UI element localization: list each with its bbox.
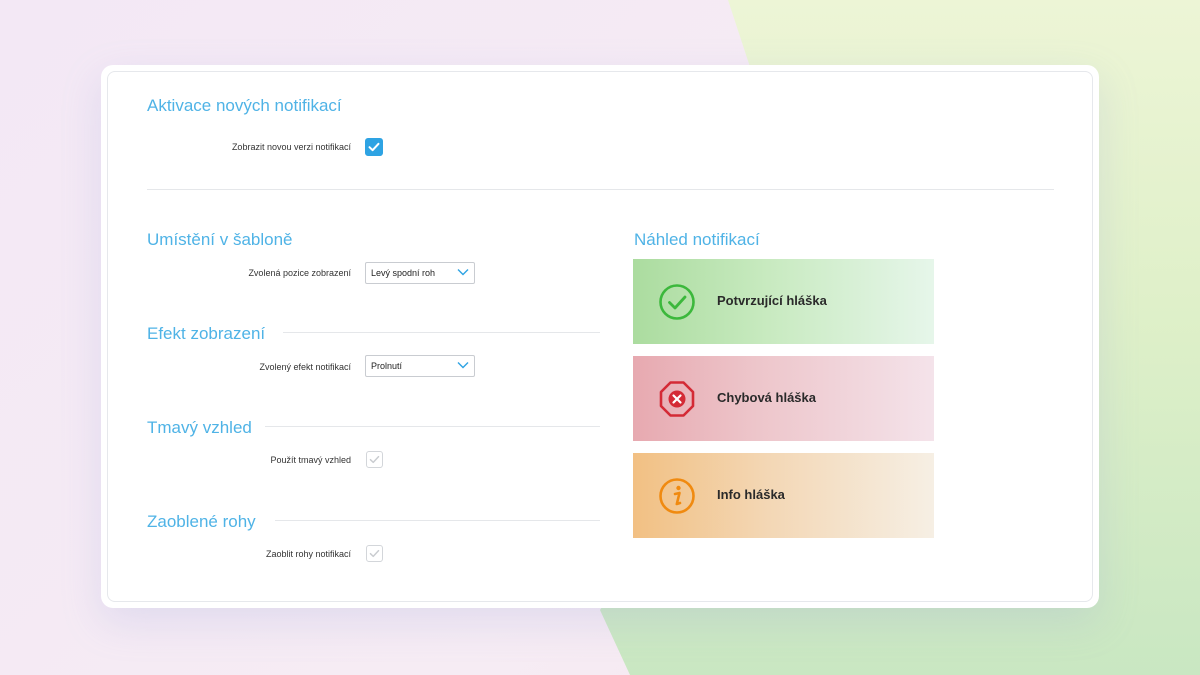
- show-new-version-label: Zobrazit novou verzi notifikací: [231, 142, 351, 152]
- activation-title: Aktivace nových notifikací: [147, 96, 342, 115]
- dark-checkbox[interactable]: [366, 451, 383, 468]
- error-octagon-icon: [659, 381, 695, 417]
- checkmark-icon: [369, 455, 380, 464]
- dark-title-line: [265, 426, 600, 427]
- show-new-version-checkbox[interactable]: [365, 138, 383, 156]
- rounded-label: Zaoblit rohy notifikací: [265, 549, 351, 559]
- chevron-down-icon: [457, 269, 469, 276]
- effect-title: Efekt zobrazení: [147, 324, 266, 343]
- placement-title: Umístění v šabloně: [147, 230, 293, 249]
- dark-label: Použít tmavý vzhled: [270, 455, 351, 465]
- chevron-down-icon: [457, 362, 469, 369]
- position-select[interactable]: Levý spodní roh: [365, 262, 475, 284]
- position-label: Zvolená pozice zobrazení: [248, 268, 351, 278]
- position-select-value: Levý spodní roh: [371, 268, 436, 278]
- rounded-title-line: [275, 520, 600, 521]
- checkmark-icon: [368, 142, 380, 152]
- notification-error-label: Chybová hláška: [717, 390, 816, 405]
- check-circle-icon: [659, 284, 695, 320]
- notification-error-preview: Chybová hláška: [633, 356, 934, 441]
- rounded-title: Zaoblené rohy: [147, 512, 256, 531]
- notification-info-preview: Info hláška: [633, 453, 934, 538]
- notification-success-label: Potvrzující hláška: [717, 293, 827, 308]
- rounded-checkbox[interactable]: [366, 545, 383, 562]
- notification-success-preview: Potvrzující hláška: [633, 259, 934, 344]
- notification-info-label: Info hláška: [717, 487, 785, 502]
- preview-title: Náhled notifikací: [634, 230, 760, 249]
- effect-label: Zvolený efekt notifikací: [259, 362, 351, 372]
- checkmark-icon: [369, 549, 380, 558]
- effect-title-line: [283, 332, 600, 333]
- effect-select-value: Prolnutí: [371, 361, 403, 371]
- section-divider: [147, 189, 1054, 190]
- dark-title: Tmavý vzhled: [147, 418, 252, 437]
- info-circle-icon: [659, 478, 695, 514]
- effect-select[interactable]: Prolnutí: [365, 355, 475, 377]
